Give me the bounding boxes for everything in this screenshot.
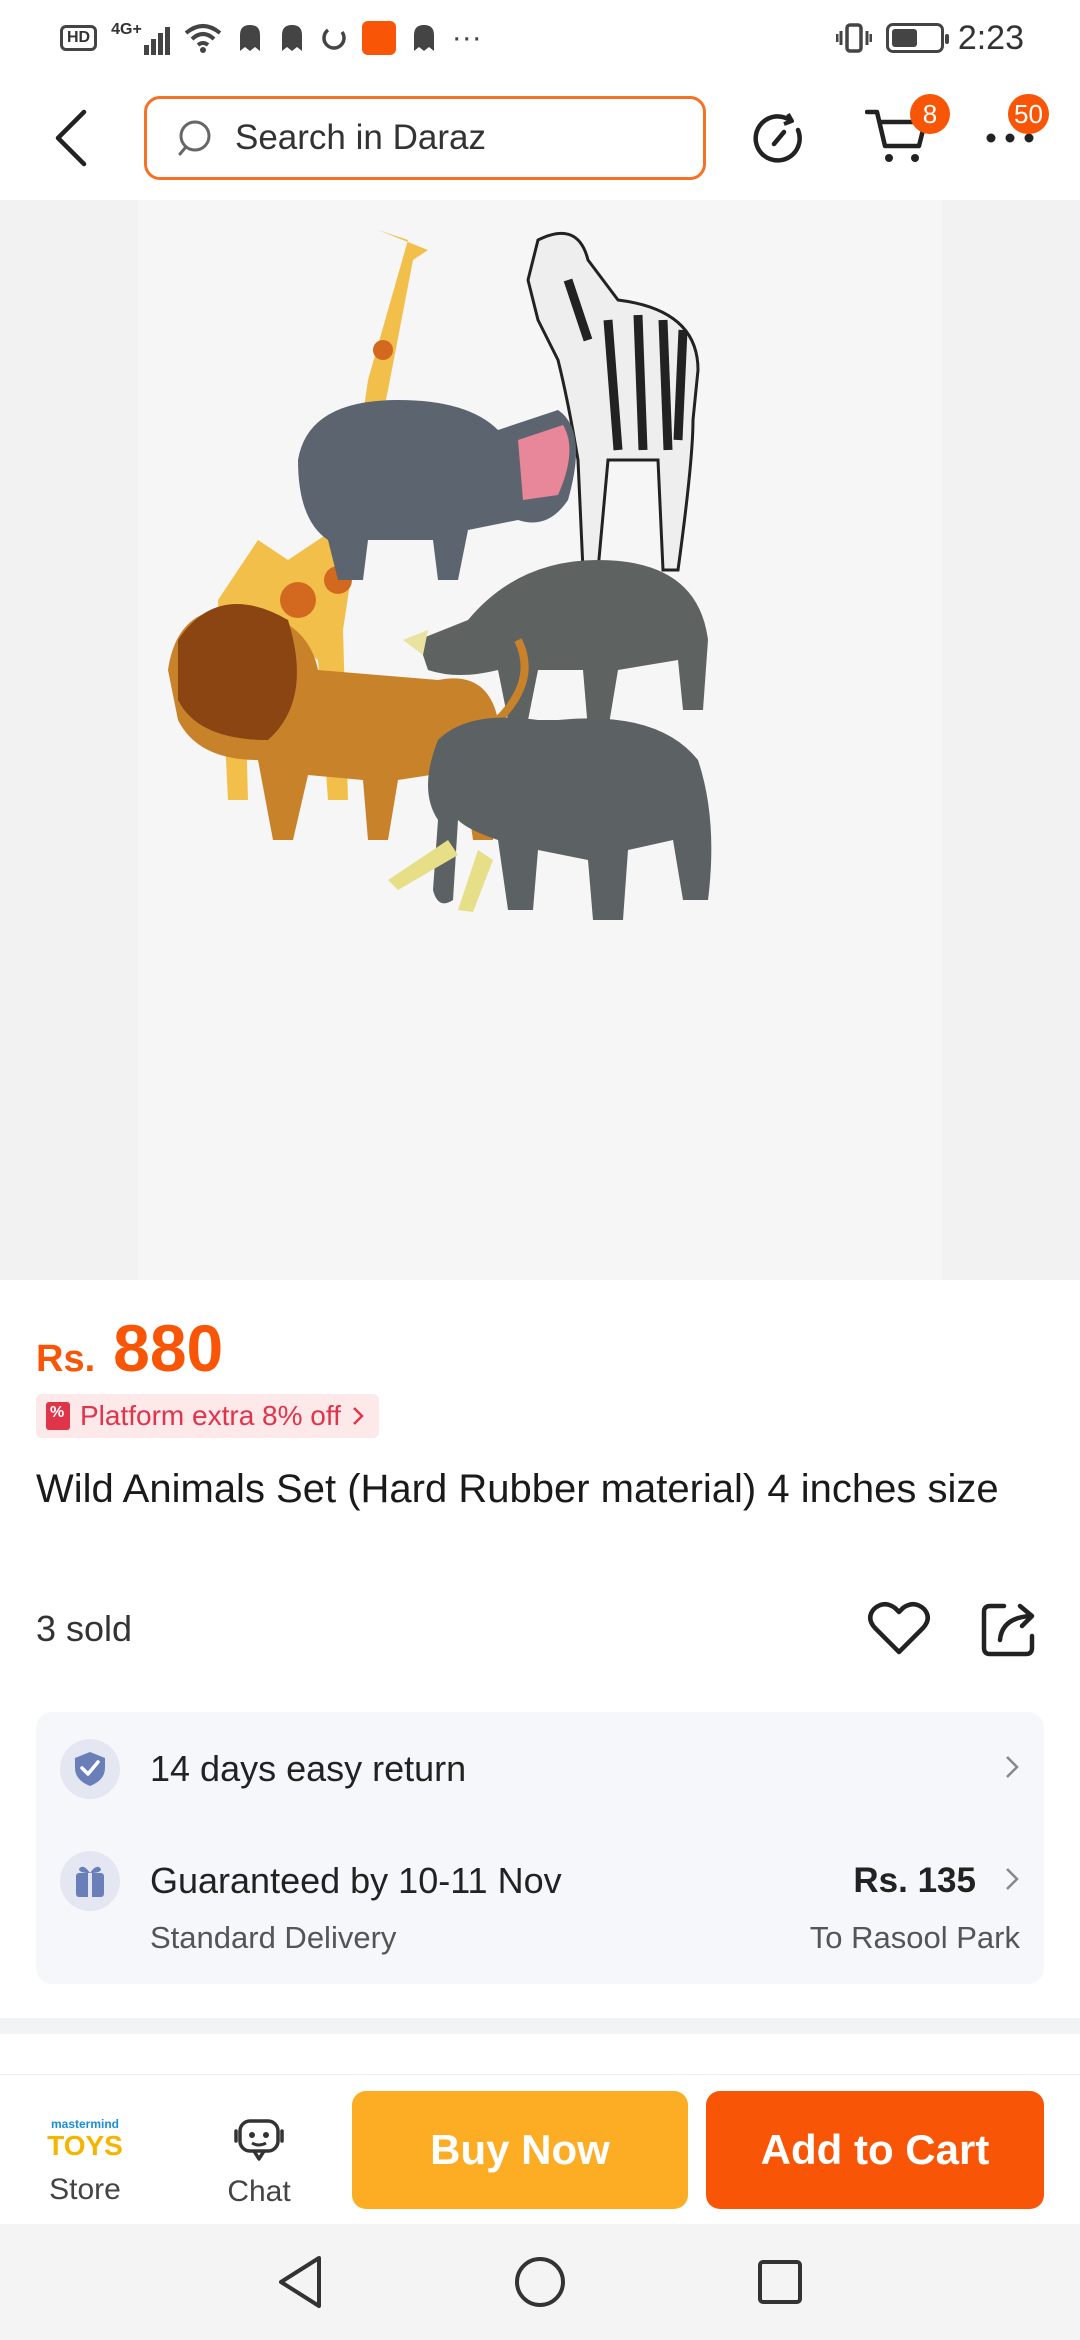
elephant-icon: [388, 717, 712, 920]
product-title: Wild Animals Set (Hard Rubber material) …: [36, 1467, 999, 1511]
hippo-icon: [298, 400, 576, 580]
history-button[interactable]: [748, 106, 812, 170]
daraz-app-icon: [361, 21, 396, 55]
cart-button[interactable]: 8: [858, 94, 950, 172]
search-input[interactable]: [235, 118, 655, 158]
add-to-cart-button[interactable]: Add to Cart: [706, 2091, 1044, 2209]
chat-button[interactable]: Chat: [194, 2115, 324, 2209]
chevron-right-icon: [1004, 1750, 1020, 1789]
store-label: Store: [49, 2173, 121, 2206]
back-arrow-icon: [55, 109, 87, 167]
buy-now-button[interactable]: Buy Now: [352, 2091, 688, 2209]
status-right: 2:23: [835, 18, 1024, 58]
ghost-icon: [281, 25, 302, 51]
search-bar[interactable]: [144, 96, 706, 180]
return-policy-row[interactable]: 14 days easy return: [60, 1734, 1020, 1804]
animals-illustration: [168, 230, 712, 920]
chat-robot-icon: [234, 2119, 284, 2161]
price-value: 880: [113, 1311, 224, 1385]
delivery-title: Guaranteed by 10-11 Nov: [150, 1860, 562, 1901]
shield-check-icon: [60, 1739, 120, 1799]
messages-count-badge: 50: [1008, 94, 1049, 134]
section-divider: [0, 2018, 1080, 2034]
share-button[interactable]: [976, 1596, 1042, 1662]
return-policy-text: 14 days easy return: [150, 1748, 467, 1789]
hd-badge: HD: [60, 25, 98, 51]
status-bar: HD 4G+ ··· 2:23: [0, 0, 1080, 76]
ghost-icon: [413, 25, 434, 51]
system-navigation-bar: [0, 2224, 1080, 2340]
delivery-row[interactable]: Guaranteed by 10-11 Nov Rs. 135: [60, 1846, 1020, 1916]
promo-text: Platform extra 8% off: [80, 1400, 341, 1431]
ghost-icon: [239, 25, 260, 51]
triangle-back-icon: [279, 2256, 321, 2308]
search-icon: [178, 120, 211, 156]
action-bar: mastermind TOYS Store Chat Buy Now Add t…: [0, 2074, 1080, 2224]
wishlist-button[interactable]: [866, 1596, 932, 1662]
status-time: 2:23: [957, 18, 1024, 57]
store-logo-main: TOYS: [47, 2130, 123, 2161]
top-nav: 8 50: [0, 76, 1080, 200]
battery-icon: [885, 23, 949, 53]
store-logo-top: mastermind: [50, 2117, 119, 2131]
sold-count: 3 sold: [36, 1608, 133, 1649]
price-currency: Rs.: [36, 1338, 96, 1380]
wifi-icon: [184, 24, 222, 53]
more-button[interactable]: 50: [978, 94, 1049, 170]
delivery-type: Standard Delivery: [150, 1920, 397, 1955]
heart-icon: [868, 1602, 930, 1655]
chevron-right-icon: [353, 1407, 364, 1425]
vibrate-icon: [835, 23, 872, 53]
more-notifications-icon: ···: [451, 21, 482, 54]
promo-tag[interactable]: Platform extra 8% off: [36, 1394, 379, 1438]
chevron-right-icon: [1004, 1862, 1020, 1901]
nav-recents-button[interactable]: [750, 2252, 810, 2312]
sync-icon: [322, 28, 346, 50]
voucher-icon: [46, 1402, 70, 1430]
product-image[interactable]: [0, 200, 1080, 1280]
share-icon: [981, 1603, 1035, 1657]
nav-home-button[interactable]: [510, 2252, 570, 2312]
service-card: 14 days easy return Guaranteed by 10-11 …: [36, 1712, 1044, 1984]
store-logo: mastermind TOYS: [47, 2115, 123, 2161]
square-recents-icon: [758, 2260, 802, 2304]
signal-icon: 4G+: [111, 21, 170, 55]
status-left: HD 4G+ ···: [60, 21, 482, 55]
store-button[interactable]: mastermind TOYS Store: [20, 2115, 150, 2207]
delivery-price: Rs. 135: [853, 1861, 976, 1900]
back-button[interactable]: [40, 106, 104, 170]
network-type: 4G+: [111, 21, 142, 38]
zebra-icon: [526, 231, 700, 572]
price: Rs. 880: [36, 1310, 223, 1386]
circle-home-icon: [515, 2257, 565, 2307]
history-icon: [753, 113, 802, 163]
cart-count-badge: 8: [910, 94, 950, 134]
chat-label: Chat: [227, 2175, 291, 2208]
gift-box-icon: [60, 1851, 120, 1911]
delivery-location: To Rasool Park: [809, 1920, 1020, 1955]
nav-back-button[interactable]: [270, 2252, 330, 2312]
product-photo: [138, 200, 942, 1280]
